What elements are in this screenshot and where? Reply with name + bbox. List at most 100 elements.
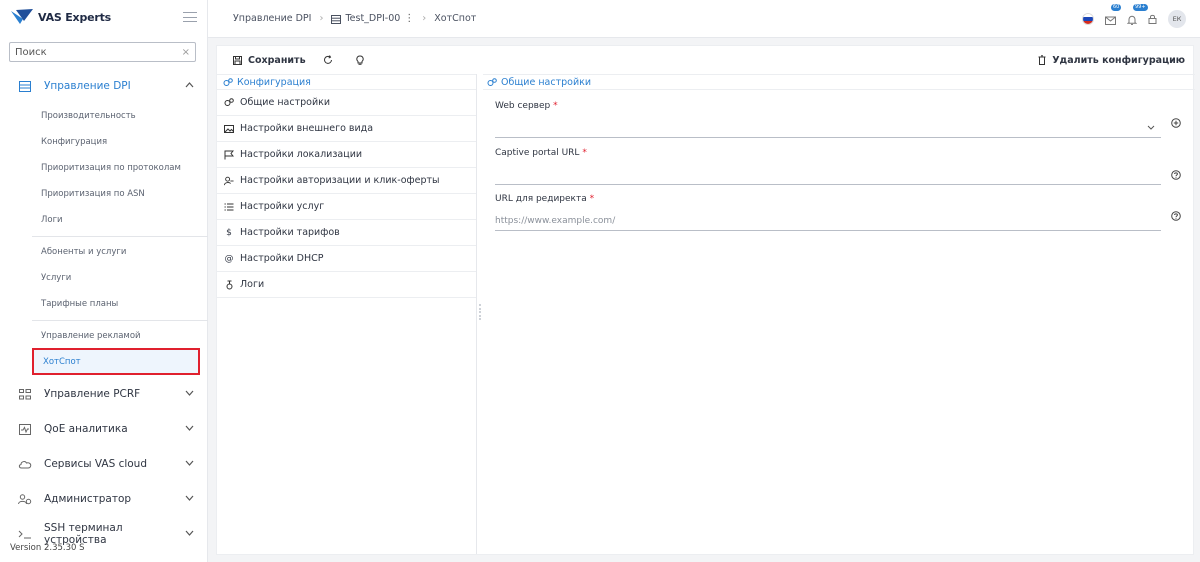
bell-icon xyxy=(1126,15,1138,25)
web-server-input[interactable] xyxy=(495,122,1161,133)
messages-button[interactable]: 60 xyxy=(1105,3,1122,29)
field-label: URL для редиректа * xyxy=(495,194,1161,204)
nav-group-cloud[interactable]: Сервисы VAS cloud xyxy=(0,448,208,480)
sidebar-item-protocol-priority[interactable]: Приоритизация по протоколам xyxy=(0,156,208,180)
nav-group-dpi[interactable]: Управление DPI xyxy=(0,70,208,102)
logo-row: VAS Experts xyxy=(0,0,207,34)
config-item-label: Настройки тарифов xyxy=(240,227,340,238)
mail-badge: 60 xyxy=(1111,3,1122,11)
gears-icon xyxy=(224,98,234,107)
notifications-button[interactable]: 99+ xyxy=(1126,3,1148,29)
help-icon[interactable] xyxy=(1171,211,1181,221)
chevron-down-icon xyxy=(185,529,194,539)
config-menu: Конфигурация Общие настройки Настройки в… xyxy=(217,74,477,554)
clear-icon[interactable]: × xyxy=(182,47,190,58)
brand-name: VAS Experts xyxy=(38,10,112,24)
redirect-url-input[interactable] xyxy=(495,215,1161,226)
config-item-dhcp[interactable]: @ Настройки DHCP xyxy=(217,246,476,272)
chevron-up-icon xyxy=(185,81,194,91)
config-item-logs[interactable]: Логи xyxy=(217,272,476,298)
language-flag-icon[interactable] xyxy=(1082,13,1094,25)
field-label: Captive portal URL * xyxy=(495,148,1161,158)
sidebar-search: × xyxy=(9,42,196,62)
config-item-auth[interactable]: Настройки авторизации и клик-оферты xyxy=(217,168,476,194)
pane-resize-handle[interactable] xyxy=(479,304,482,320)
sidebar-item-tariffs[interactable]: Тарифные планы xyxy=(0,292,208,316)
topbar-actions: 60 99+ ЕК xyxy=(1082,0,1186,38)
sidebar-item-hotspot[interactable]: ХотСпот xyxy=(32,348,200,375)
help-button[interactable] xyxy=(355,55,370,65)
config-item-label: Настройки услуг xyxy=(240,201,325,212)
required-mark: * xyxy=(553,101,558,111)
nav-group-pcrf[interactable]: Управление PCRF xyxy=(0,378,208,410)
field-label-text: Captive portal URL xyxy=(495,148,580,158)
field-label-text: Web сервер xyxy=(495,101,551,111)
sidebar: VAS Experts × Управление DPI Производите… xyxy=(0,0,208,562)
web-server-field: Web сервер * xyxy=(495,101,1181,138)
redirect-url-field: URL для редиректа * xyxy=(495,194,1181,231)
breadcrumb-hotspot[interactable]: ХотСпот xyxy=(434,13,476,24)
config-item-appearance[interactable]: Настройки внешнего вида xyxy=(217,116,476,142)
general-settings: Общие настройки Web сервер * Captive por… xyxy=(483,74,1195,554)
chevron-down-icon xyxy=(185,424,194,434)
save-icon xyxy=(233,55,242,65)
app-root: VAS Experts × Управление DPI Производите… xyxy=(0,0,1200,562)
image-icon xyxy=(224,124,234,133)
config-menu-header: Конфигурация xyxy=(217,74,476,90)
lock-icon[interactable] xyxy=(1148,14,1157,24)
sidebar-item-subscribers[interactable]: Абоненты и услуги xyxy=(0,240,208,264)
logo-icon xyxy=(10,8,34,26)
field-label-text: URL для редиректа xyxy=(495,194,587,204)
web-server-select[interactable] xyxy=(495,118,1161,138)
menu-toggle-icon[interactable] xyxy=(183,12,197,22)
trash-icon xyxy=(1038,55,1046,65)
captive-portal-url-input[interactable] xyxy=(495,169,1161,180)
main-panel: Сохранить Удалить конфигурацию Конфигура… xyxy=(216,45,1195,555)
redirect-url-input-wrap xyxy=(495,211,1161,231)
config-item-tariffs[interactable]: $ Настройки тарифов xyxy=(217,220,476,246)
save-button[interactable]: Сохранить xyxy=(233,55,306,66)
delete-config-button[interactable]: Удалить конфигурацию xyxy=(1038,46,1185,74)
users-icon xyxy=(18,493,32,505)
chevron-down-icon[interactable] xyxy=(1147,123,1155,132)
nav-group-label: Администратор xyxy=(44,493,132,505)
required-mark: * xyxy=(589,194,595,204)
config-item-label: Настройки внешнего вида xyxy=(240,123,374,134)
sidebar-item-logs[interactable]: Логи xyxy=(0,208,208,232)
config-item-services[interactable]: Настройки услуг xyxy=(217,194,476,220)
config-item-label: Настройки авторизации и клик-оферты xyxy=(240,175,440,186)
breadcrumb-dpi[interactable]: Управление DPI xyxy=(233,13,311,24)
nav-group-label: Сервисы VAS cloud xyxy=(44,458,148,470)
gears-icon xyxy=(487,77,497,86)
sidebar-item-services[interactable]: Услуги xyxy=(0,266,208,290)
sidebar-item-configuration[interactable]: Конфигурация xyxy=(0,130,208,154)
captive-portal-url-input-wrap xyxy=(495,165,1161,185)
dollar-icon: $ xyxy=(226,227,232,238)
avatar[interactable]: ЕК xyxy=(1168,10,1186,28)
field-label: Web сервер * xyxy=(495,101,1161,111)
logs-icon xyxy=(224,280,234,290)
add-circle-icon[interactable] xyxy=(1171,118,1181,128)
pcrf-icon xyxy=(18,388,32,400)
breadcrumb-device[interactable]: Test_DPI-00 xyxy=(345,13,400,24)
help-icon[interactable] xyxy=(1171,170,1181,180)
save-label: Сохранить xyxy=(248,54,306,66)
more-vertical-icon[interactable]: ⋮ xyxy=(404,13,414,24)
nav-group-qoe[interactable]: QoE аналитика xyxy=(0,413,208,445)
gears-icon xyxy=(223,77,233,86)
config-item-label: Логи xyxy=(240,279,265,290)
search-input[interactable] xyxy=(15,46,182,58)
config-item-general[interactable]: Общие настройки xyxy=(217,90,476,116)
sidebar-item-performance[interactable]: Производительность xyxy=(0,104,208,128)
config-item-label: Настройки DHCP xyxy=(240,253,324,264)
sidebar-item-asn-priority[interactable]: Приоритизация по ASN xyxy=(0,182,208,206)
config-item-localization[interactable]: Настройки локализации xyxy=(217,142,476,168)
general-settings-title: Общие настройки xyxy=(501,76,592,88)
chevron-down-icon xyxy=(185,494,194,504)
chevron-right-icon: › xyxy=(319,13,324,24)
refresh-button[interactable] xyxy=(323,55,339,65)
nav-group-admin[interactable]: Администратор xyxy=(0,483,208,515)
nav-divider xyxy=(32,320,208,321)
sidebar-item-ads[interactable]: Управление рекламой xyxy=(0,324,208,348)
config-menu-title: Конфигурация xyxy=(237,76,311,88)
